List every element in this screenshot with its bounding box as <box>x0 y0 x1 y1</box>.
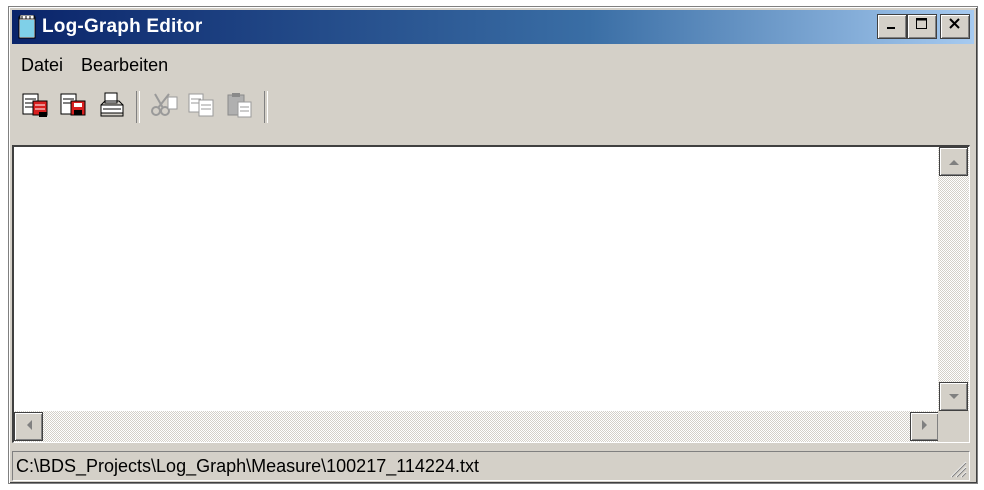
scroll-left-button[interactable] <box>14 412 43 441</box>
scroll-right-button[interactable] <box>910 412 939 441</box>
arrow-left-icon <box>25 418 33 436</box>
cut-button[interactable] <box>148 91 180 123</box>
paste-icon <box>225 91 255 124</box>
minimize-icon <box>885 17 899 36</box>
status-bar: C:\BDS_Projects\Log_Graph\Measure\100217… <box>12 451 970 481</box>
maximize-icon <box>915 17 929 36</box>
scrollbar-corner <box>938 411 969 442</box>
print-icon <box>97 91 127 124</box>
status-file-path: C:\BDS_Projects\Log_Graph\Measure\100217… <box>16 455 479 476</box>
save-file-button[interactable] <box>58 91 90 123</box>
log-graph-editor-window: Log-Graph Editor Datei Bearbeiten C:\BDS… <box>8 6 978 484</box>
text-editor-area[interactable] <box>14 147 939 409</box>
cut-icon <box>149 91 179 124</box>
maximize-button[interactable] <box>907 14 937 39</box>
resize-grip-icon[interactable] <box>947 458 967 478</box>
copy-button[interactable] <box>186 91 218 123</box>
menu-bearbeiten[interactable]: Bearbeiten <box>72 53 177 78</box>
arrow-right-icon <box>921 418 929 436</box>
new-file-icon <box>21 91 51 124</box>
close-button[interactable] <box>940 14 970 39</box>
window-title: Log-Graph Editor <box>42 16 203 37</box>
scroll-down-button[interactable] <box>939 382 968 411</box>
menu-bar: Datei Bearbeiten <box>12 51 177 79</box>
save-file-icon <box>59 91 89 124</box>
title-bar[interactable]: Log-Graph Editor <box>12 10 974 44</box>
menu-datei[interactable]: Datei <box>12 53 72 78</box>
editor-pane <box>12 145 970 443</box>
new-file-button[interactable] <box>20 91 52 123</box>
toolbar-separator <box>136 91 140 123</box>
scroll-up-button[interactable] <box>939 147 968 176</box>
minimize-button[interactable] <box>877 14 907 39</box>
arrow-up-icon <box>948 153 960 171</box>
app-notepad-icon <box>18 14 36 39</box>
print-button[interactable] <box>96 91 128 123</box>
toolbar <box>12 85 974 129</box>
arrow-down-icon <box>948 388 960 406</box>
copy-icon <box>187 91 217 124</box>
paste-button[interactable] <box>224 91 256 123</box>
close-icon <box>948 17 962 36</box>
window-controls <box>877 14 970 39</box>
horizontal-scrollbar[interactable] <box>14 411 939 442</box>
vertical-scrollbar[interactable] <box>938 147 969 411</box>
toolbar-separator <box>264 91 268 123</box>
